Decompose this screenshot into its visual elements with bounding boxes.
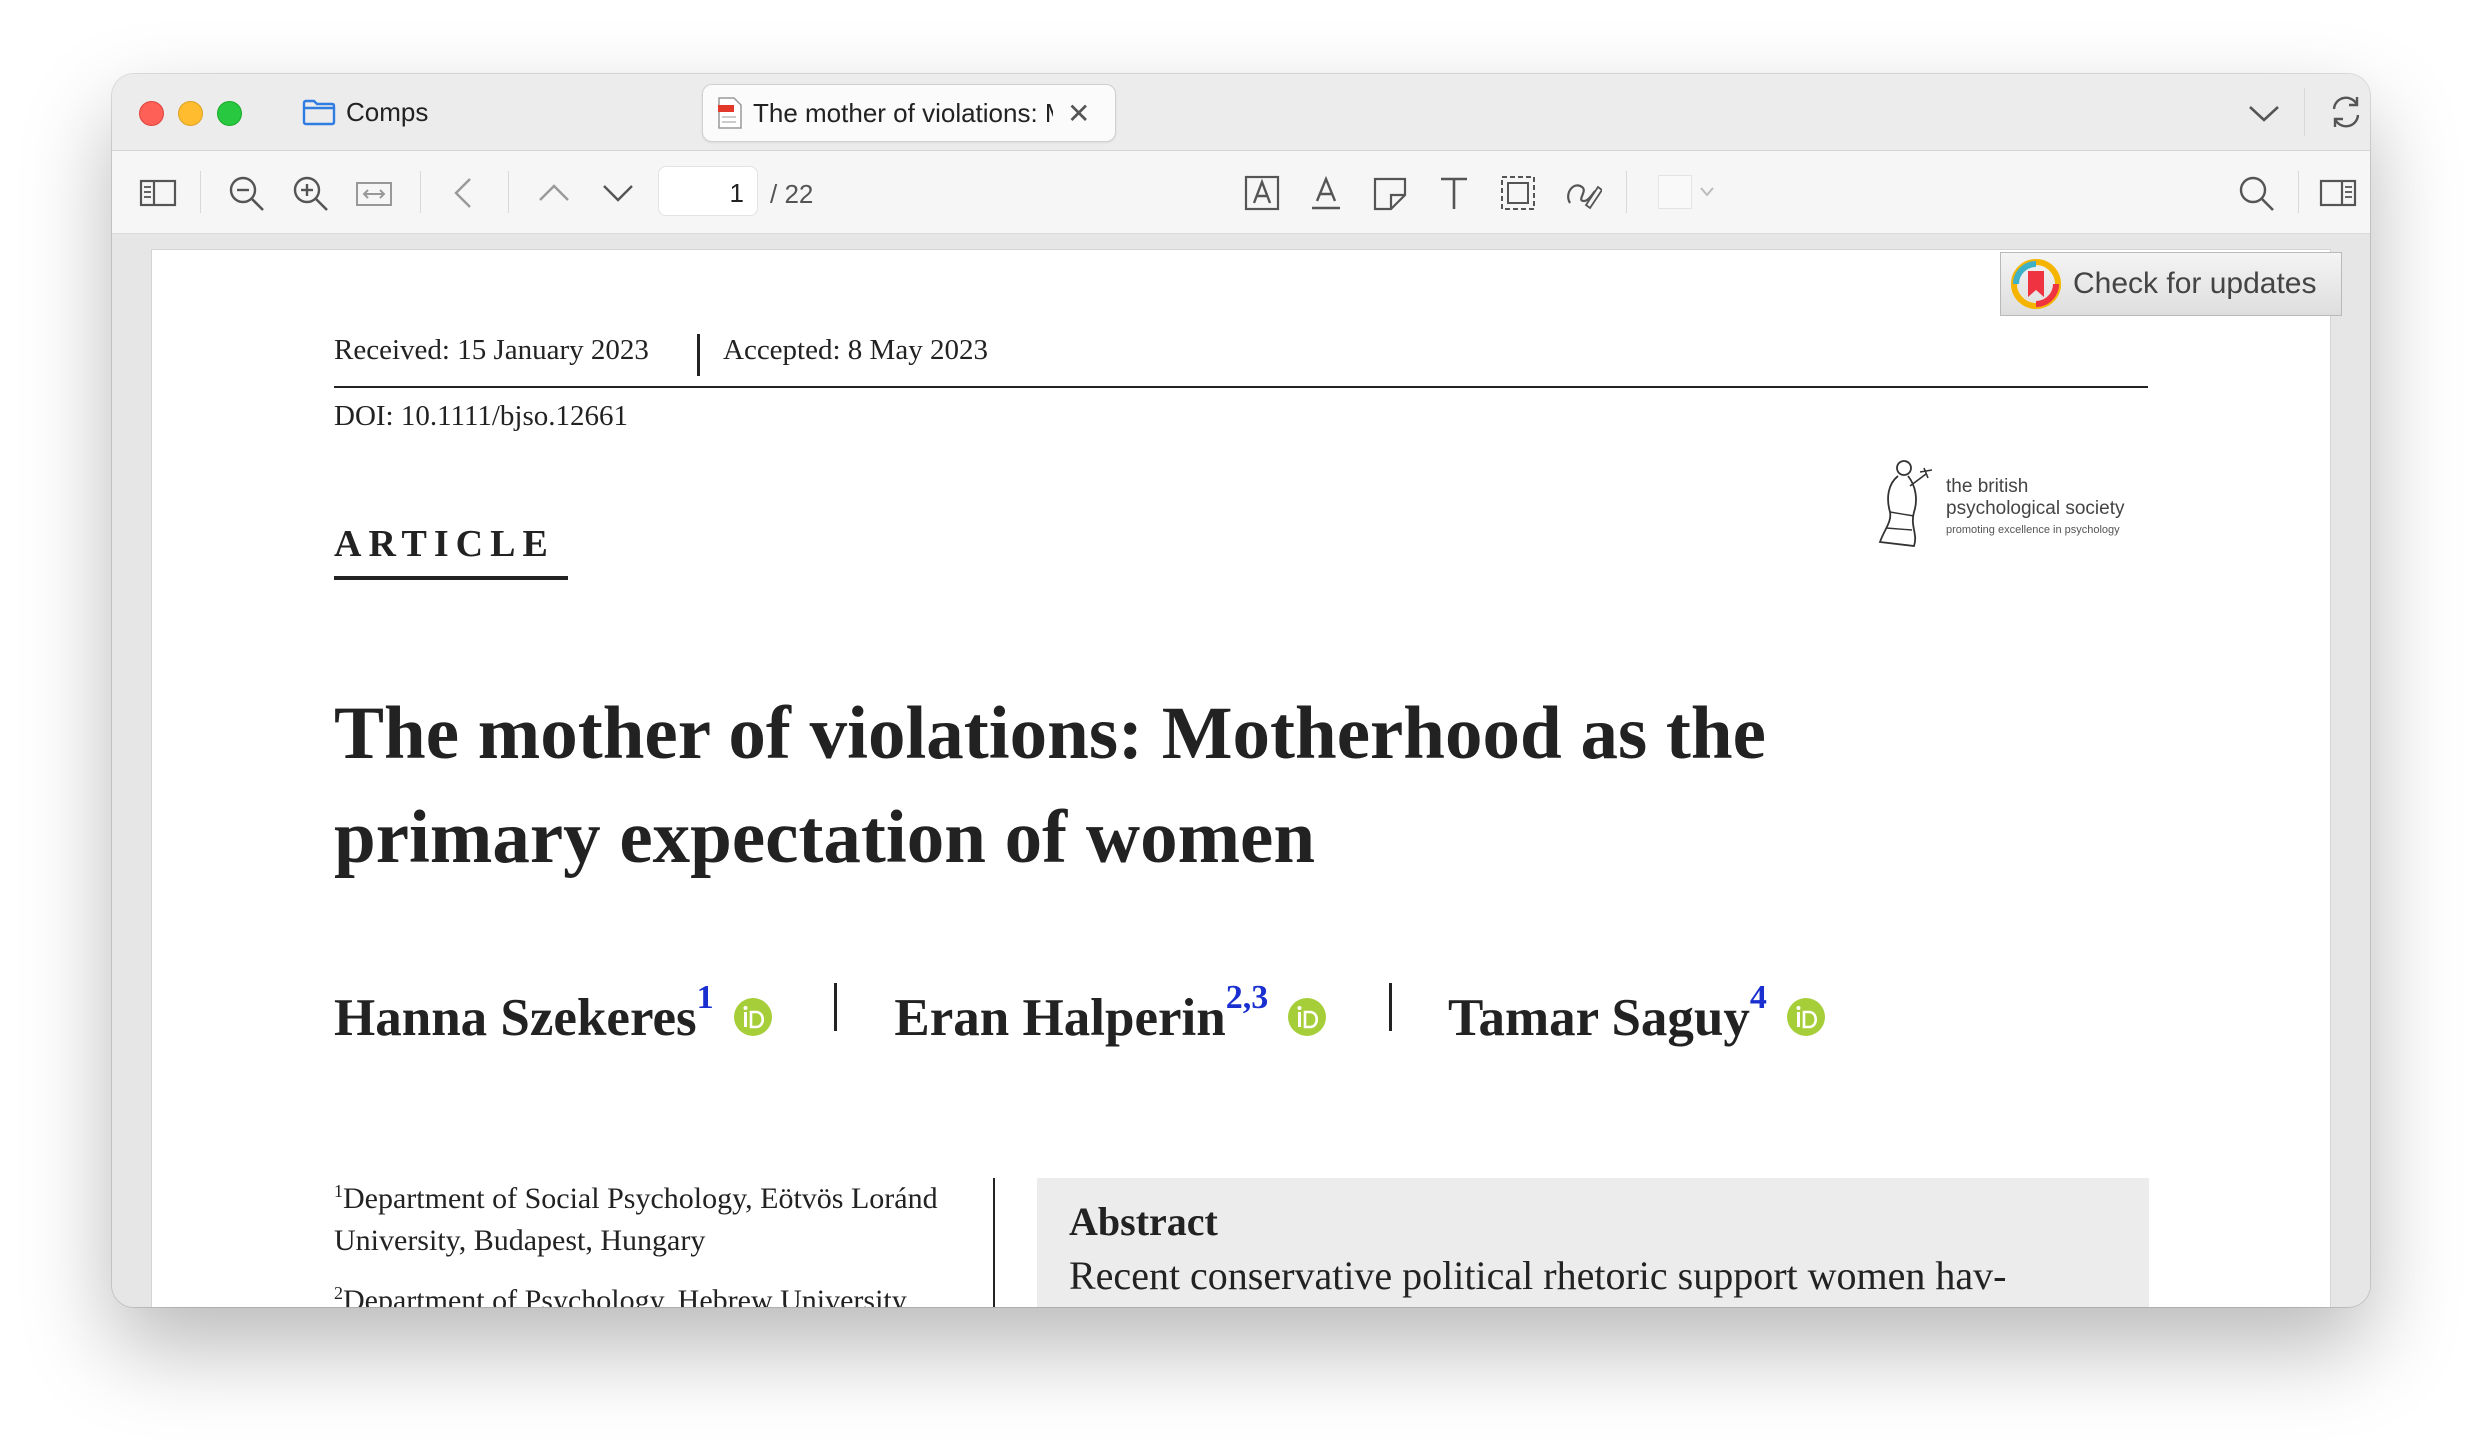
toolbar-divider [508, 171, 509, 213]
tab-comps-label: Comps [346, 96, 429, 127]
tab-comps[interactable]: Comps [302, 94, 428, 130]
page-number-input[interactable]: 1 [658, 166, 758, 216]
close-tab-icon[interactable]: ✕ [1067, 97, 1090, 130]
draw-icon[interactable] [1562, 173, 1602, 213]
sidebar-toggle-icon[interactable] [138, 173, 178, 213]
titlebar-divider [2304, 88, 2305, 136]
publisher-name-line1: the british [1946, 476, 2029, 497]
affiliation-number: 1 [334, 1181, 343, 1201]
abstract-text: Recent conservative political rhetoric s… [1069, 1253, 2007, 1298]
orcid-icon[interactable] [733, 997, 773, 1037]
affiliation-number: 2 [334, 1283, 343, 1303]
author-affiliation-ref[interactable]: 4 [1750, 979, 1767, 1016]
abstract-box: Abstract Recent conservative political r… [1037, 1178, 2149, 1307]
tab-document-label: The mother of violations: Motherhood as … [753, 97, 1053, 128]
author-name: Eran Halperin [894, 989, 1226, 1047]
author-list: Hanna Szekeres1 Eran Halperin2,3 Tamar S… [334, 979, 1830, 1067]
doi: DOI: 10.1111/bjso.12661 [334, 400, 629, 432]
article-type-label: ARTICLE [334, 523, 555, 565]
fit-width-icon[interactable] [354, 173, 394, 213]
document-viewport[interactable]: Check for updates Received: 15 January 2… [112, 234, 2370, 1307]
orcid-icon[interactable] [1786, 997, 1826, 1037]
minimize-window-button[interactable] [178, 101, 203, 126]
author-affiliation-ref[interactable]: 1 [697, 979, 714, 1016]
check-for-updates-button[interactable]: Check for updates [2000, 252, 2342, 316]
header-rule [334, 386, 2148, 388]
check-for-updates-label: Check for updates [2073, 267, 2317, 300]
inspector-toggle-icon[interactable] [2318, 173, 2358, 213]
column-divider [993, 1178, 995, 1307]
publisher-name-line2: psychological society [1946, 498, 2125, 519]
crossmark-icon [2011, 259, 2061, 309]
toolbar-divider [420, 171, 421, 213]
orcid-icon[interactable] [1287, 997, 1327, 1037]
toolbar-divider [200, 171, 201, 213]
author-name: Tamar Saguy [1448, 989, 1750, 1047]
date-divider [697, 334, 700, 376]
author-separator [1388, 983, 1392, 1031]
zoom-window-button[interactable] [217, 101, 242, 126]
note-icon[interactable] [1370, 173, 1410, 213]
abstract-heading: Abstract [1069, 1199, 1218, 1244]
back-icon[interactable] [444, 173, 484, 213]
highlight-text-icon[interactable] [1242, 173, 1282, 213]
author-name: Hanna Szekeres [334, 989, 697, 1047]
close-window-button[interactable] [139, 101, 164, 126]
next-page-icon[interactable] [598, 173, 638, 213]
author-separator [834, 983, 838, 1031]
color-dropdown-chevron-icon[interactable] [1698, 185, 1716, 199]
zoom-out-icon[interactable] [226, 173, 266, 213]
toolbar-divider [1626, 171, 1627, 213]
search-icon[interactable] [2236, 173, 2276, 213]
affiliation-item: 2Department of Psychology, Hebrew Univer… [334, 1272, 974, 1307]
app-window: Comps The mother of violations: Motherho… [112, 74, 2370, 1307]
publisher-tagline: promoting excellence in psychology [1946, 524, 2120, 536]
article-label-underline [334, 576, 568, 580]
refresh-icon[interactable] [2326, 92, 2366, 132]
title-bar: Comps The mother of violations: Motherho… [112, 74, 2370, 151]
bps-figure-icon [1878, 460, 1933, 547]
page-total: / 22 [770, 179, 814, 209]
toolbar: 1 / 22 [112, 151, 2370, 234]
zoom-in-icon[interactable] [290, 173, 330, 213]
paper-title: The mother of violations: Motherhood as … [334, 692, 1766, 879]
affiliation-text: Department of Social Psychology, Eötvös … [334, 1182, 938, 1257]
affiliations: 1Department of Social Psychology, Eötvös… [334, 1170, 974, 1307]
underline-text-icon[interactable] [1306, 173, 1346, 213]
toolbar-divider [2298, 171, 2299, 213]
pdf-page: Check for updates Received: 15 January 2… [152, 250, 2342, 1307]
tab-document[interactable]: The mother of violations: Motherhood as … [702, 84, 1116, 142]
author-affiliation-ref[interactable]: 2,3 [1226, 979, 1269, 1016]
text-tool-icon[interactable] [1434, 173, 1474, 213]
chevron-down-icon[interactable] [2244, 96, 2284, 130]
pdf-file-icon [718, 97, 742, 129]
publisher-logo: the british psychological society promot… [1874, 456, 2154, 556]
color-swatch[interactable] [1658, 175, 1692, 209]
affiliation-text: Department of Psychology, Hebrew Univers… [343, 1284, 913, 1307]
received-date: Received: 15 January 2023 [334, 334, 649, 366]
area-select-icon[interactable] [1498, 173, 1538, 213]
folder-icon [302, 99, 336, 126]
accepted-date: Accepted: 8 May 2023 [723, 334, 988, 366]
affiliation-item: 1Department of Social Psychology, Eötvös… [334, 1170, 974, 1262]
previous-page-icon[interactable] [534, 173, 574, 213]
